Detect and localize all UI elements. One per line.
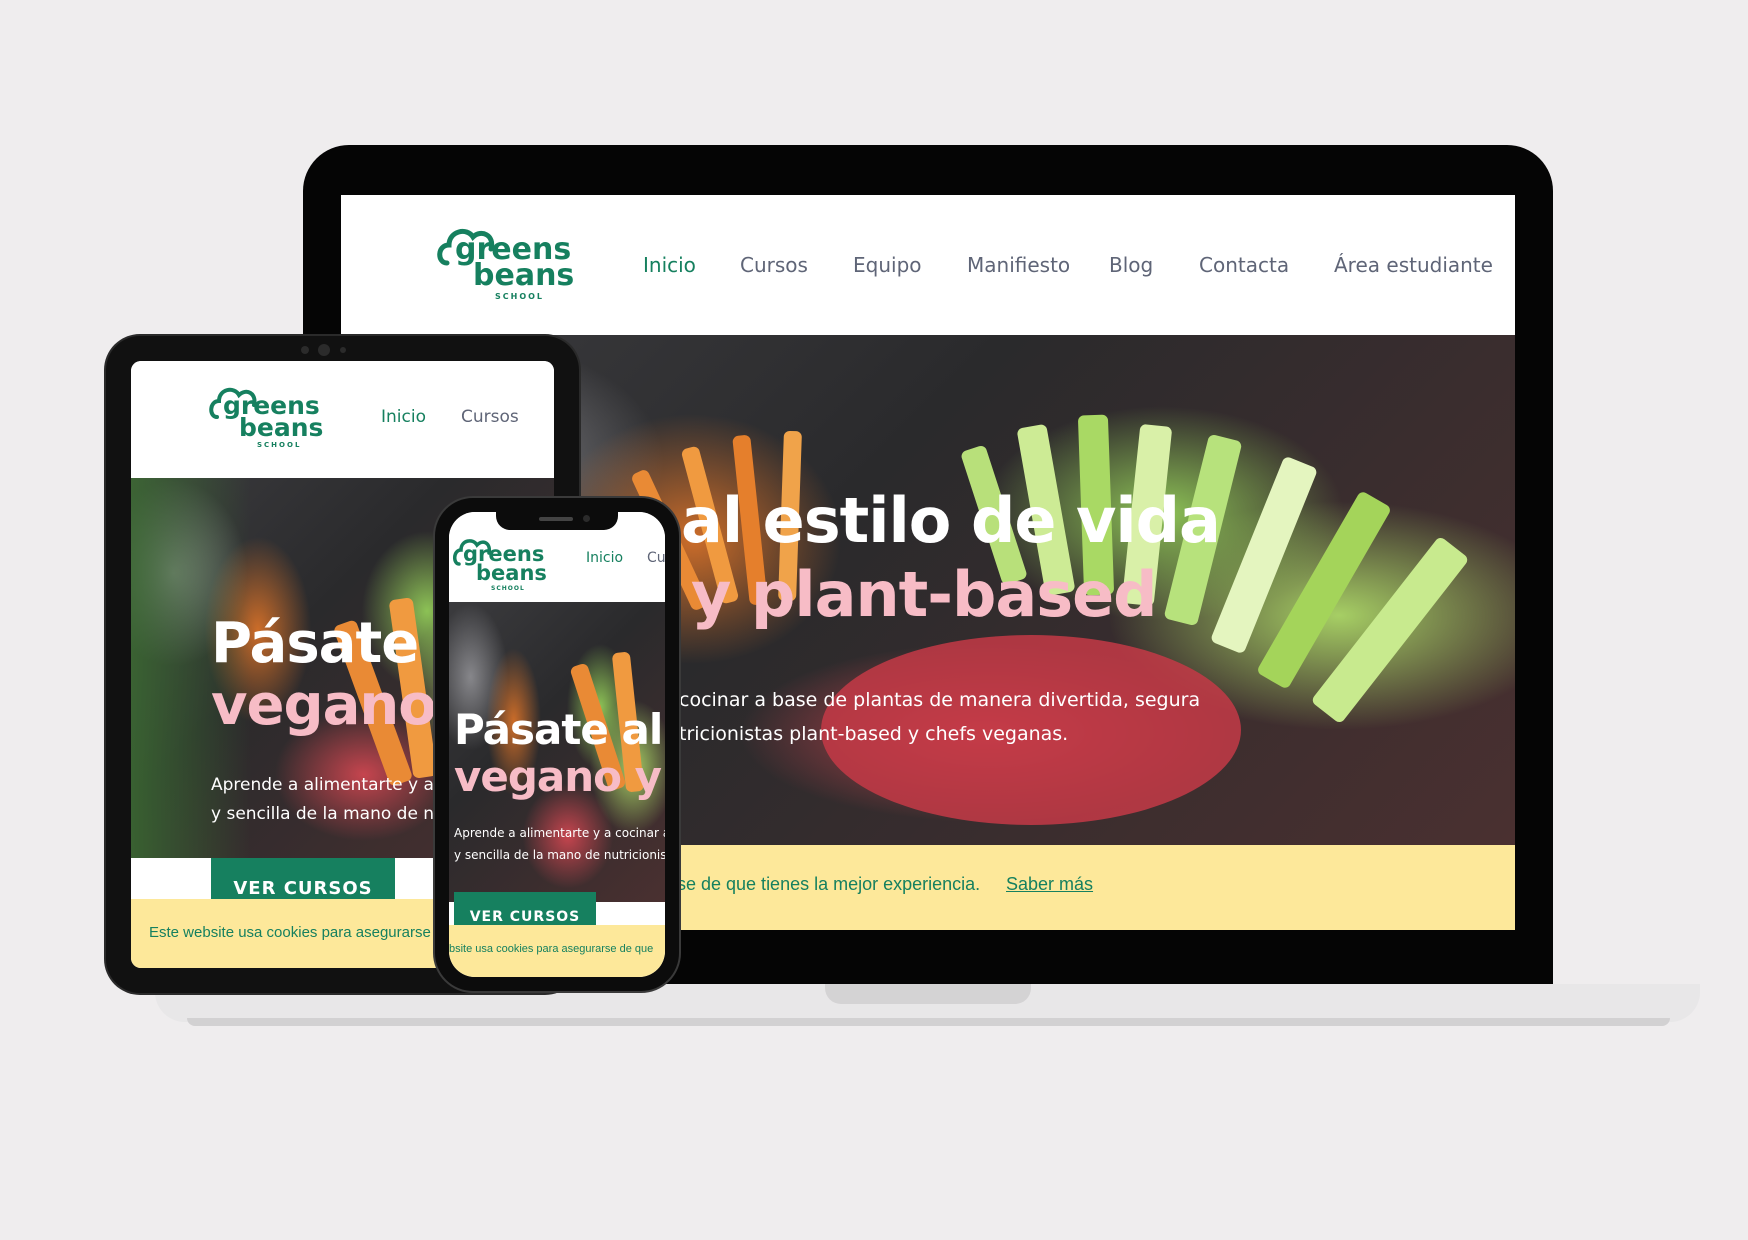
hero-subtitle-line2: y sencilla de la mano de nutricionista xyxy=(454,848,665,862)
hero-subtitle-line2: tricionistas plant-based y chefs veganas… xyxy=(679,723,1069,745)
logo-line2: beans xyxy=(476,561,547,585)
tablet-logo[interactable]: greens beans SCHOOL xyxy=(209,383,329,453)
nav-cursos[interactable]: Cu xyxy=(647,550,665,566)
nav-cursos[interactable]: Cursos xyxy=(461,407,519,427)
cookie-learn-more-link[interactable]: Saber más xyxy=(1006,874,1093,895)
hero-title-line1: Pásate al e xyxy=(454,705,665,754)
nav-equipo[interactable]: Equipo xyxy=(853,253,922,277)
nav-inicio[interactable]: Inicio xyxy=(586,550,623,566)
desktop-logo[interactable]: greens beans SCHOOL xyxy=(437,223,577,303)
nav-cursos[interactable]: Cursos xyxy=(740,253,808,277)
hero-subtitle-line1: Aprende a alimentarte y a cocinar a l xyxy=(454,826,665,840)
cookie-text: rse de que tienes la mejor experiencia. xyxy=(671,874,981,894)
phone-camera xyxy=(583,515,590,522)
hero-title-line1: al estilo de vida xyxy=(681,484,1221,557)
hero-subtitle-line2: y sencilla de la mano de nutric xyxy=(211,804,473,824)
cookie-text: bsite usa cookies para asegurarse de que xyxy=(449,943,654,955)
logo-tag: SCHOOL xyxy=(495,292,545,301)
hero-title-pink: vegano y p xyxy=(454,752,665,801)
nav-inicio[interactable]: Inicio xyxy=(381,407,426,427)
nav-blog[interactable]: Blog xyxy=(1109,253,1153,277)
hero-subtitle-line1: Aprende a alimentarte y a coc xyxy=(211,775,469,795)
nav-inicio[interactable]: Inicio xyxy=(643,253,696,277)
laptop-base-shadow xyxy=(187,1018,1670,1026)
cookie-banner: bsite usa cookies para asegurarse de que xyxy=(449,925,665,977)
tablet-header: greens beans SCHOOL Inicio Cursos xyxy=(131,361,554,478)
hero-title-white: Pásate al e xyxy=(454,705,665,754)
nav-area-estudiante[interactable]: Área estudiante xyxy=(1334,253,1493,277)
hero-title-line2: y plant-based xyxy=(691,558,1158,631)
hero-title-pink: y plant-based xyxy=(691,558,1158,631)
phone-screen: greens beans SCHOOL Inicio Cu Pásate al … xyxy=(449,512,665,977)
nav-contacta[interactable]: Contacta xyxy=(1199,253,1289,277)
tablet-sensor xyxy=(301,346,309,354)
phone-speaker xyxy=(539,517,573,521)
phone-logo[interactable]: greens beans SCHOOL xyxy=(453,536,548,596)
hero-title-white: al estilo de vida xyxy=(681,484,1221,557)
hero-subtitle-line1: cocinar a base de plantas de manera dive… xyxy=(679,689,1201,711)
logo-tag: SCHOOL xyxy=(491,585,525,592)
logo-line2: beans xyxy=(239,413,324,442)
tablet-camera xyxy=(318,344,330,356)
tablet-sensor xyxy=(340,347,346,353)
logo-tag: SCHOOL xyxy=(257,441,302,449)
desktop-header: greens beans SCHOOL Inicio Cursos Equipo… xyxy=(341,195,1515,335)
laptop-notch xyxy=(825,984,1031,1004)
logo-line2: beans xyxy=(473,258,575,293)
phone-hero: Pásate al e vegano y p Aprende a aliment… xyxy=(449,602,665,902)
nav-manifiesto[interactable]: Manifiesto xyxy=(967,253,1070,277)
cookie-text: Este website usa cookies para asegurarse xyxy=(149,924,431,941)
hero-title-line2: vegano y p xyxy=(454,752,665,801)
